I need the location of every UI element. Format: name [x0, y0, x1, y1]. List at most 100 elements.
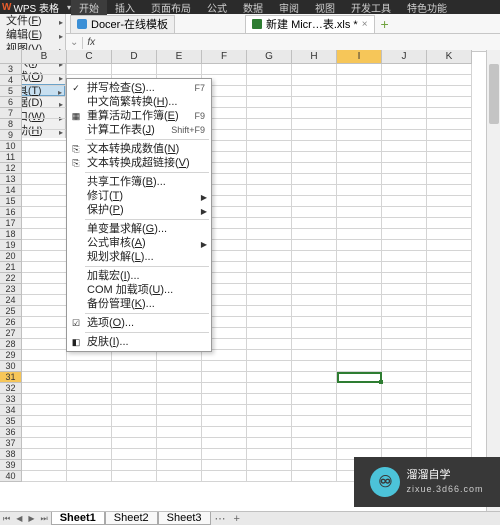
cell[interactable]	[247, 328, 292, 339]
cell[interactable]	[157, 394, 202, 405]
cell[interactable]	[337, 427, 382, 438]
cell[interactable]	[337, 163, 382, 174]
cell[interactable]	[202, 383, 247, 394]
cell[interactable]	[337, 251, 382, 262]
cell[interactable]	[292, 328, 337, 339]
ribbon-tab-view[interactable]: 视图	[307, 0, 343, 15]
cell[interactable]	[427, 394, 472, 405]
cell[interactable]	[382, 295, 427, 306]
cell[interactable]	[112, 383, 157, 394]
cell[interactable]	[67, 372, 112, 383]
cell[interactable]	[337, 229, 382, 240]
cell[interactable]	[112, 361, 157, 372]
cell[interactable]	[22, 306, 67, 317]
cell[interactable]	[247, 317, 292, 328]
cell[interactable]	[427, 185, 472, 196]
cell[interactable]	[247, 108, 292, 119]
row-header[interactable]: 28	[0, 339, 22, 350]
cell[interactable]	[427, 119, 472, 130]
cell[interactable]	[292, 185, 337, 196]
col-header[interactable]: D	[112, 50, 157, 64]
cell[interactable]	[292, 163, 337, 174]
menu-item[interactable]: 公式审核(A)▶	[67, 236, 211, 250]
cell[interactable]	[427, 361, 472, 372]
cell[interactable]	[427, 108, 472, 119]
cell[interactable]	[337, 130, 382, 141]
cell[interactable]	[382, 372, 427, 383]
cell[interactable]	[247, 251, 292, 262]
cell[interactable]	[427, 196, 472, 207]
menu-item[interactable]: 加载宏(I)...	[67, 269, 211, 283]
cell[interactable]	[292, 295, 337, 306]
cell[interactable]	[427, 207, 472, 218]
cell[interactable]	[427, 427, 472, 438]
cell[interactable]	[22, 251, 67, 262]
cell[interactable]	[247, 394, 292, 405]
cell[interactable]	[427, 284, 472, 295]
cell[interactable]	[292, 449, 337, 460]
ribbon-tab-formula[interactable]: 公式	[199, 0, 235, 15]
col-header[interactable]: B	[22, 50, 67, 64]
ribbon-tab-data[interactable]: 数据	[235, 0, 271, 15]
cell[interactable]	[427, 218, 472, 229]
cell[interactable]	[382, 383, 427, 394]
cell[interactable]	[382, 262, 427, 273]
cell[interactable]	[337, 196, 382, 207]
col-header[interactable]: C	[67, 50, 112, 64]
cell[interactable]	[247, 460, 292, 471]
cell[interactable]	[247, 229, 292, 240]
cell[interactable]	[67, 460, 112, 471]
row-header[interactable]: 7	[0, 108, 22, 119]
cell[interactable]	[67, 361, 112, 372]
cell[interactable]	[292, 108, 337, 119]
row-header[interactable]: 10	[0, 141, 22, 152]
cell[interactable]	[292, 229, 337, 240]
row-header[interactable]: 6	[0, 97, 22, 108]
cell[interactable]	[202, 416, 247, 427]
col-header[interactable]: I	[337, 50, 382, 64]
cell[interactable]	[157, 471, 202, 482]
cell[interactable]	[337, 152, 382, 163]
sheet-nav-first[interactable]: ⏮	[0, 514, 13, 524]
cell[interactable]	[247, 163, 292, 174]
cell[interactable]	[247, 361, 292, 372]
cell[interactable]	[247, 152, 292, 163]
cell[interactable]	[22, 240, 67, 251]
cell[interactable]	[247, 372, 292, 383]
cell[interactable]	[382, 405, 427, 416]
cell[interactable]	[427, 130, 472, 141]
menu-item[interactable]: 规划求解(L)...	[67, 250, 211, 264]
cell[interactable]	[22, 273, 67, 284]
cell[interactable]	[247, 86, 292, 97]
cell[interactable]	[22, 317, 67, 328]
row-header[interactable]: 40	[0, 471, 22, 482]
cell[interactable]	[292, 86, 337, 97]
row-header[interactable]: 11	[0, 152, 22, 163]
row-header[interactable]: 4	[0, 75, 22, 86]
cell[interactable]	[202, 471, 247, 482]
cell[interactable]	[292, 130, 337, 141]
col-header[interactable]: F	[202, 50, 247, 64]
cell[interactable]	[427, 174, 472, 185]
menu-item[interactable]: ◧皮肤(I)...	[67, 335, 211, 349]
scroll-thumb[interactable]	[489, 64, 499, 124]
cell[interactable]	[382, 163, 427, 174]
cell[interactable]	[427, 86, 472, 97]
sheet-tab-1[interactable]: Sheet1	[51, 512, 105, 525]
row-header[interactable]: 13	[0, 174, 22, 185]
cell[interactable]	[67, 383, 112, 394]
cell[interactable]	[337, 284, 382, 295]
cell[interactable]	[247, 64, 292, 75]
cell[interactable]	[247, 449, 292, 460]
row-header[interactable]: 19	[0, 240, 22, 251]
cell[interactable]	[157, 372, 202, 383]
cell[interactable]	[112, 416, 157, 427]
cell[interactable]	[427, 328, 472, 339]
cell[interactable]	[202, 460, 247, 471]
cell[interactable]	[382, 240, 427, 251]
cell[interactable]	[382, 130, 427, 141]
cell[interactable]	[427, 306, 472, 317]
cell[interactable]	[382, 284, 427, 295]
cell[interactable]	[427, 229, 472, 240]
cell[interactable]	[382, 317, 427, 328]
